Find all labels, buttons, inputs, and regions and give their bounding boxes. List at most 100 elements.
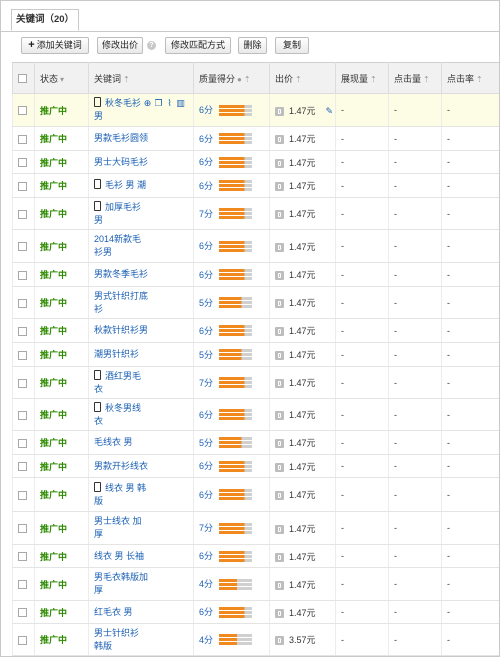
row-checkbox[interactable] [18, 524, 27, 534]
row-checkbox[interactable] [18, 158, 27, 168]
keyword-link[interactable]: 男士针织衫 韩版 [94, 627, 193, 653]
mobile-price-icon[interactable] [275, 552, 284, 562]
keyword-link[interactable]: 线衣 男 韩版 [94, 481, 193, 508]
table-row[interactable]: 推广中 毛衫 男 潮 6分 1.47元 - - - [12, 173, 499, 198]
mobile-price-icon[interactable] [275, 299, 284, 309]
row-checkbox[interactable] [18, 298, 27, 308]
mobile-price-icon[interactable] [275, 524, 284, 534]
keyword-link[interactable]: 男士大码毛衫 [94, 156, 193, 169]
mobile-price-icon[interactable] [275, 135, 284, 145]
modify-match-button[interactable]: 修改匹配方式 [165, 37, 231, 54]
row-checkbox[interactable] [18, 608, 27, 618]
mobile-price-icon[interactable] [275, 580, 284, 590]
copy-icon[interactable]: ❐ [154, 99, 163, 108]
keyword-link[interactable]: 秋冬毛衫 ⊕ ❐ ⌇ ▥ 男 [94, 97, 193, 123]
mobile-price-icon[interactable] [275, 158, 284, 168]
row-checkbox[interactable] [18, 209, 27, 219]
row-checkbox[interactable] [18, 350, 27, 360]
table-row[interactable]: 推广中 男士针织衫 韩版 4分 3.57元 - - - [12, 623, 499, 656]
row-checkbox[interactable] [18, 552, 27, 562]
mobile-price-icon[interactable] [275, 327, 284, 337]
mobile-price-icon[interactable] [275, 106, 284, 116]
add-keyword-button[interactable]: + 添加关键词 [21, 37, 89, 54]
row-checkbox[interactable] [18, 242, 27, 252]
keyword-link[interactable]: 男毛衣韩版加厚 [94, 571, 193, 597]
mobile-price-icon[interactable] [275, 491, 284, 501]
col-price[interactable]: 出价 ⇡ [269, 62, 336, 94]
pencil-icon[interactable]: ✎ [326, 106, 334, 117]
table-row[interactable]: 推广中 加厚毛衫男 7分 1.47元 - - - [12, 197, 499, 230]
modify-price-button[interactable]: 修改出价 [97, 37, 143, 54]
keyword-link[interactable]: 男式针织打底衫 [94, 290, 193, 316]
keyword-link[interactable]: 毛衫 男 潮 [94, 179, 193, 192]
mobile-price-icon[interactable] [275, 210, 284, 220]
delete-button[interactable]: 删除 [238, 37, 267, 54]
mobile-price-icon[interactable] [275, 411, 284, 421]
tab-keywords[interactable]: 关键词（20） [11, 9, 79, 31]
table-row[interactable]: 推广中 秋冬毛衫 ⊕ ❐ ⌇ ▥ 男 6分 1.47元 ✎ - - - [12, 93, 499, 127]
row-checkbox[interactable] [18, 438, 27, 448]
table-row[interactable]: 推广中 男款冬季毛衫 6分 1.47元 - - - [12, 262, 499, 287]
row-checkbox[interactable] [18, 270, 27, 280]
keyword-link[interactable]: 男款开衫线衣 [94, 460, 193, 473]
table-row[interactable]: 推广中 男士线衣 加厚 7分 1.47元 - - - [12, 511, 499, 545]
mobile-price-icon[interactable] [275, 379, 284, 389]
keyword-link[interactable]: 男士线衣 加厚 [94, 515, 193, 541]
mobile-price-icon[interactable] [275, 271, 284, 281]
table-row[interactable]: 推广中 2014新款毛 衫男 6分 1.47元 - - - [12, 229, 499, 263]
table-row[interactable]: 推广中 秋款针织衫男 6分 1.47元 - - - [12, 318, 499, 343]
col-keyword[interactable]: 关键词 ⇡ [88, 62, 194, 94]
row-checkbox[interactable] [18, 635, 27, 645]
col-impressions[interactable]: 展现量 ⇡ [335, 62, 389, 94]
row-checkbox[interactable] [18, 410, 27, 420]
mobile-price-icon[interactable] [275, 608, 284, 618]
keyword-link[interactable]: 毛线衣 男 [94, 436, 193, 449]
table-row[interactable]: 推广中 秋冬男线衣 6分 1.47元 - - - [12, 398, 499, 431]
row-checkbox[interactable] [18, 106, 27, 116]
mobile-price-icon[interactable] [275, 439, 284, 449]
table-row[interactable]: 推广中 酒红男毛衣 7分 1.47元 - - - [12, 366, 499, 399]
table-row[interactable]: 推广中 毛线衣 男 5分 1.47元 - - - [12, 430, 499, 455]
table-row[interactable]: 推广中 男毛衣韩版加厚 4分 1.47元 - - - [12, 567, 499, 601]
trend-chart-icon[interactable]: ⌇ [165, 99, 174, 108]
copy-button[interactable]: 复制 [275, 37, 309, 54]
table-row[interactable]: 推广中 男式针织打底衫 5分 1.47元 - - - [12, 286, 499, 319]
keyword-link[interactable]: 秋冬男线衣 [94, 401, 193, 428]
mobile-price-icon[interactable] [275, 351, 284, 361]
row-checkbox[interactable] [18, 462, 27, 472]
row-checkbox[interactable] [18, 490, 27, 500]
mobile-price-icon[interactable] [275, 636, 284, 646]
table-row[interactable]: 推广中 男士大码毛衫 6分 1.47元 - - - [12, 150, 499, 174]
keyword-link[interactable]: 加厚毛衫男 [94, 200, 193, 227]
keyword-link[interactable]: 男款毛衫圆领 [94, 132, 193, 145]
col-clicks[interactable]: 点击量 ⇡ [388, 62, 442, 94]
mobile-price-icon[interactable] [275, 462, 284, 472]
keyword-link[interactable]: 2014新款毛 衫男 [94, 233, 193, 259]
row-checkbox[interactable] [18, 181, 27, 191]
trash-icon[interactable]: ▥ [176, 99, 185, 108]
keyword-link[interactable]: 线衣 男 长袖 [94, 550, 193, 563]
col-status[interactable]: 状态 ▾ [34, 62, 89, 94]
keyword-link[interactable]: 秋款针织衫男 [94, 324, 193, 337]
table-row[interactable]: 推广中 线衣 男 长袖 6分 1.47元 - - - [12, 544, 499, 568]
table-row[interactable]: 推广中 红毛衣 男 6分 1.47元 - - - [12, 600, 499, 624]
row-checkbox[interactable] [18, 378, 27, 388]
keyword-link[interactable]: 潮男针织衫 [94, 348, 193, 361]
table-row[interactable]: 推广中 男款开衫线衣 6分 1.47元 - - - [12, 454, 499, 478]
keyword-link[interactable]: 红毛衣 男 [94, 606, 193, 619]
mobile-price-icon[interactable] [275, 182, 284, 192]
table-row[interactable]: 推广中 潮男针织衫 5分 1.47元 - - - [12, 342, 499, 367]
help-icon[interactable]: ? [147, 41, 156, 50]
table-row[interactable]: 推广中 男款毛衫圆领 6分 1.47元 - - - [12, 126, 499, 151]
row-checkbox[interactable] [18, 326, 27, 336]
table-row[interactable]: 推广中 线衣 男 韩版 6分 1.47元 - - - [12, 477, 499, 512]
col-quality[interactable]: 质量得分 ● ⇡ [193, 62, 270, 94]
row-checkbox[interactable] [18, 580, 27, 590]
keyword-link[interactable]: 男款冬季毛衫 [94, 268, 193, 281]
select-all-checkbox[interactable] [18, 74, 27, 84]
keyword-link[interactable]: 酒红男毛衣 [94, 369, 193, 396]
row-checkbox[interactable] [18, 134, 27, 144]
col-ctr[interactable]: 点击率 ⇡ [441, 62, 499, 94]
target-icon[interactable]: ⊕ [143, 99, 152, 108]
mobile-price-icon[interactable] [275, 242, 284, 252]
